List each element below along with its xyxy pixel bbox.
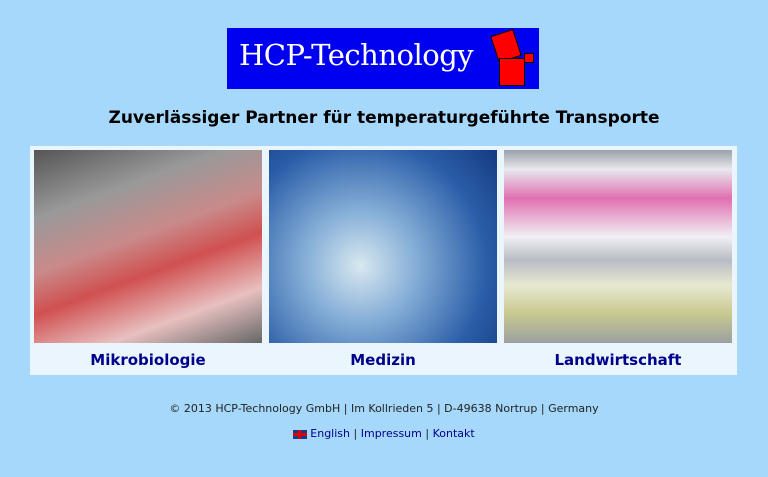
- impressum-link[interactable]: Impressum: [361, 427, 422, 440]
- kontakt-link[interactable]: Kontakt: [433, 427, 475, 440]
- landwirtschaft-link[interactable]: Landwirtschaft: [504, 351, 732, 369]
- footer-links: English | Impressum | Kontakt: [0, 427, 768, 440]
- uk-flag-icon: [293, 429, 308, 439]
- mikrobiologie-image[interactable]: [34, 150, 262, 343]
- medizin-image[interactable]: [269, 150, 497, 343]
- landwirtschaft-image[interactable]: [504, 150, 732, 343]
- mikrobiologie-link[interactable]: Mikrobiologie: [34, 351, 262, 369]
- footer-address: © 2013 HCP-Technology GmbH | Im Kollried…: [169, 402, 599, 415]
- separator: |: [425, 427, 430, 440]
- medizin-link[interactable]: Medizin: [269, 351, 497, 369]
- english-link[interactable]: English: [310, 427, 350, 440]
- logo-square-icon: [499, 58, 525, 86]
- tagline: Zuverlässiger Partner für temperaturgefü…: [108, 108, 660, 128]
- logo[interactable]: HCP-Technology: [227, 28, 539, 89]
- category-panel: Mikrobiologie Medizin Landwirtschaft: [30, 146, 737, 375]
- logo-text: HCP-Technology: [239, 38, 474, 72]
- separator: |: [353, 427, 358, 440]
- logo-square-icon: [524, 53, 534, 63]
